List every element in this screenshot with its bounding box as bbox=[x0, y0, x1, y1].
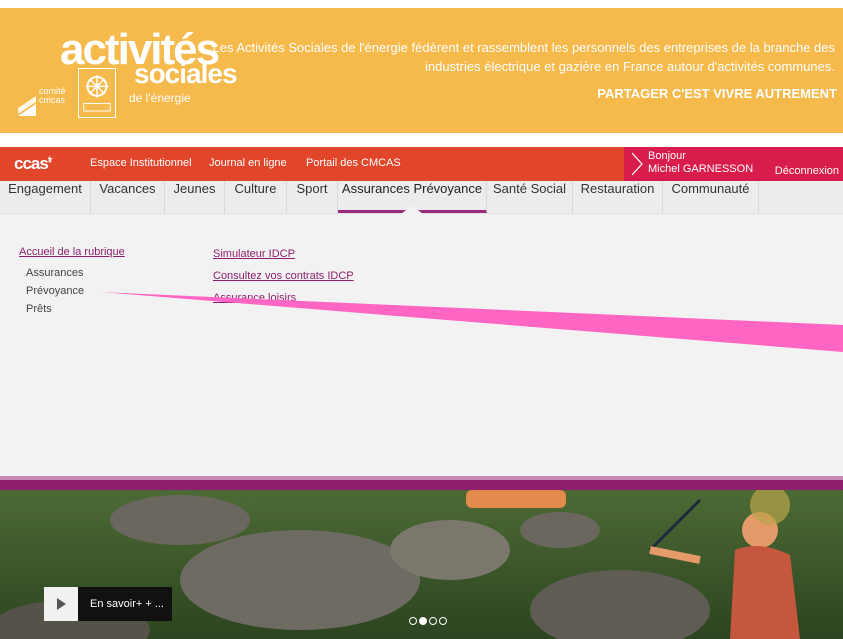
carousel-dot-2[interactable] bbox=[419, 617, 427, 625]
play-button[interactable] bbox=[44, 587, 78, 621]
nav-item-vacances[interactable]: Vacances bbox=[91, 181, 165, 214]
submenu-assurances[interactable]: Assurances bbox=[26, 264, 125, 282]
activites-sociales-logo[interactable]: comité cmcas activités sociales de l'éne… bbox=[16, 26, 238, 124]
nav-item-communaute[interactable]: Communauté bbox=[663, 181, 759, 214]
chevron-right-icon bbox=[631, 152, 643, 176]
submenu-prets[interactable]: Prêts bbox=[26, 300, 125, 318]
comite-label: comité cmcas bbox=[39, 87, 66, 105]
link-simulateur-idcp[interactable]: Simulateur IDCP bbox=[213, 243, 354, 265]
link-contrats-idcp[interactable]: Consultez vos contrats IDCP bbox=[213, 265, 354, 287]
submenu-prevoyance[interactable]: Prévoyance bbox=[26, 282, 125, 300]
menu-bottom-strip bbox=[0, 476, 843, 490]
nav-item-culture[interactable]: Culture bbox=[225, 181, 287, 214]
nav-item-sport[interactable]: Sport bbox=[287, 181, 338, 214]
site-banner: comité cmcas activités sociales de l'éne… bbox=[0, 0, 843, 133]
banner-slogan: PARTAGER C'EST VIVRE AUTREMENT bbox=[597, 86, 837, 101]
link-journal-en-ligne[interactable]: Journal en ligne bbox=[209, 157, 287, 169]
rubrique-home-link[interactable]: Accueil de la rubrique bbox=[19, 246, 125, 258]
cmcas-text: cmcas bbox=[39, 95, 66, 105]
carousel-dot-4[interactable] bbox=[439, 617, 447, 625]
brand-text: ccas bbox=[14, 154, 49, 173]
link-portail-cmcas[interactable]: Portail des CMCAS bbox=[306, 157, 401, 169]
carousel-dot-3[interactable] bbox=[429, 617, 437, 625]
greeting-text: Bonjour bbox=[648, 150, 686, 162]
cta-label: En savoir+ + ... bbox=[90, 598, 164, 610]
dropdown-column-rubrique: Accueil de la rubrique Assurances Prévoy… bbox=[19, 246, 125, 318]
carousel-pagination bbox=[409, 612, 449, 625]
link-assurance-loisirs[interactable]: Assurance loisirs bbox=[213, 287, 354, 309]
nav-item-engagement[interactable]: Engagement bbox=[0, 181, 91, 214]
top-bar: ccasfr Espace Institutionnel Journal en … bbox=[0, 147, 843, 181]
link-espace-institutionnel[interactable]: Espace Institutionnel bbox=[90, 157, 192, 169]
logo-energie: de l'énergie bbox=[129, 91, 191, 105]
ccas-emblem-icon bbox=[78, 68, 116, 118]
banner-intro: Les Activités Sociales de l'énergie fédè… bbox=[212, 40, 835, 74]
dropdown-column-links: Simulateur IDCP Consultez vos contrats I… bbox=[213, 243, 354, 309]
mega-menu-dropdown: Accueil de la rubrique Assurances Prévoy… bbox=[0, 214, 843, 476]
user-zone: Bonjour Michel GARNESSON Déconnexion bbox=[624, 147, 843, 181]
play-icon bbox=[57, 598, 66, 610]
nav-item-jeunes[interactable]: Jeunes bbox=[165, 181, 225, 214]
page: comité cmcas activités sociales de l'éne… bbox=[0, 0, 843, 639]
logout-link[interactable]: Déconnexion bbox=[775, 165, 839, 177]
carousel-dot-1[interactable] bbox=[409, 617, 417, 625]
en-savoir-plus-button[interactable]: En savoir+ + ... bbox=[44, 587, 172, 621]
user-greeting: Bonjour Michel GARNESSON bbox=[648, 150, 753, 176]
nav-item-sante-social[interactable]: Santé Social bbox=[487, 181, 573, 214]
nav-item-restauration[interactable]: Restauration bbox=[573, 181, 663, 214]
brand-sup: fr bbox=[47, 155, 53, 165]
user-name[interactable]: Michel GARNESSON bbox=[648, 163, 753, 175]
main-nav: Engagement Vacances Jeunes Culture Sport… bbox=[0, 181, 843, 215]
ccas-brand-logo[interactable]: ccasfr bbox=[14, 154, 53, 174]
